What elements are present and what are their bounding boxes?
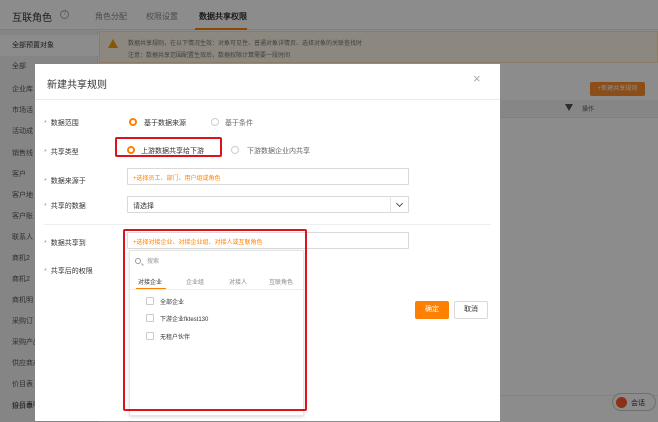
chevron-down-icon[interactable]	[390, 197, 408, 212]
divider	[44, 224, 491, 225]
close-icon[interactable]: ×	[473, 72, 481, 86]
data-scope-label: * 数据范围	[44, 120, 79, 127]
data-source-radio-label[interactable]: 基于数据来源	[144, 118, 186, 128]
modal-title: 新建共享规则	[47, 80, 107, 91]
divider	[35, 99, 500, 100]
cancel-button[interactable]: 取消	[454, 301, 488, 319]
data-source-placeholder: +选择员工、部门、用户组或角色	[133, 176, 221, 182]
share-type-label: * 共享类型	[44, 149, 79, 156]
downstream-share-radio[interactable]	[231, 146, 239, 154]
data-source-radio[interactable]	[129, 118, 137, 126]
highlight-box	[123, 229, 307, 411]
condition-radio[interactable]	[211, 118, 219, 126]
confirm-button[interactable]: 确定	[415, 301, 449, 319]
shared-data-label: * 共享的数据	[44, 203, 86, 210]
data-source-input[interactable]: +选择员工、部门、用户组或角色	[127, 168, 409, 185]
data-source-label: * 数据来源于	[44, 178, 86, 185]
shared-data-select[interactable]: 请选择	[127, 196, 409, 213]
condition-radio-label[interactable]: 基于条件	[225, 118, 253, 128]
permission-label: * 共享后的权限	[44, 268, 93, 275]
shared-data-value: 请选择	[133, 203, 154, 210]
upstream-share-radio[interactable]	[127, 146, 135, 154]
upstream-share-radio-label[interactable]: 上游数据共享给下游	[141, 146, 204, 156]
downstream-share-radio-label[interactable]: 下游数据企业内共享	[247, 146, 310, 156]
share-to-label: * 数据共享到	[44, 240, 86, 247]
